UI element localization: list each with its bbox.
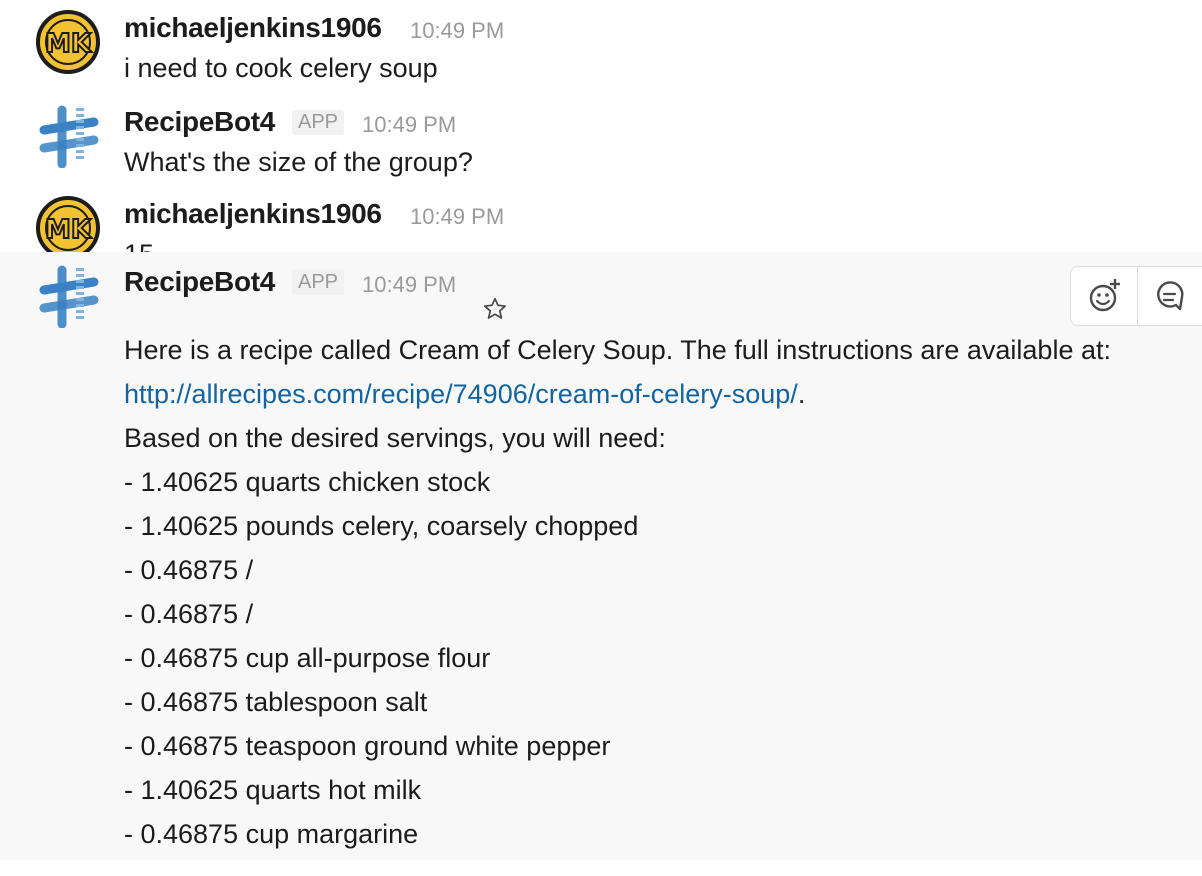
message-4: RecipeBot4 APP 10:49 PM Here is a recipe… [0,252,1202,860]
ingredient-item: - 0.46875 cup all-purpose flour [124,643,491,673]
link-suffix: . [797,379,806,409]
mk-avatar-icon[interactable]: MK [36,196,100,260]
recipe-link[interactable]: http://allrecipes.com/recipe/74906/cream… [124,379,798,409]
timestamp[interactable]: 10:49 PM [410,18,504,44]
ingredient-item: - 1.40625 pounds celery, coarsely choppe… [124,511,639,541]
author-name[interactable]: michaeljenkins1906 [124,12,382,44]
intro-line: Here is a recipe called Cream of Celery … [124,335,1111,365]
recipebot-avatar-icon[interactable] [36,264,100,328]
ingredient-item: - 0.46875 / [124,555,254,585]
message-2: RecipeBot4 APP 10:49 PM What's the size … [0,92,1202,184]
star-icon[interactable] [482,296,508,322]
ingredient-item: - 1.40625 quarts hot milk [124,775,422,805]
ingredient-item: - 0.46875 teaspoon ground white pepper [124,731,611,761]
svg-text:MK: MK [45,215,92,245]
thread-icon[interactable] [1138,267,1202,325]
svg-text:MK: MK [45,29,92,59]
message-actions [1070,266,1202,326]
author-name[interactable]: RecipeBot4 [124,266,275,298]
message-1: MK michaeljenkins1906 10:49 PM i need to… [0,0,1202,92]
timestamp[interactable]: 10:49 PM [362,112,456,138]
ingredient-item: - 1.40625 quarts chicken stock [124,467,491,497]
app-badge: APP [292,110,345,135]
message-text: i need to cook celery soup [124,53,438,83]
message-text: What's the size of the group? [124,147,473,177]
ingredient-item: - 0.46875 / [124,599,254,629]
timestamp[interactable]: 10:49 PM [410,204,504,230]
author-name[interactable]: michaeljenkins1906 [124,198,382,230]
ingredient-item: - 0.46875 tablespoon salt [124,687,428,717]
link-line: http://allrecipes.com/recipe/74906/cream… [124,372,1111,416]
app-badge: APP [292,270,345,295]
timestamp[interactable]: 10:49 PM [362,272,456,298]
message-3: MK michaeljenkins1906 10:49 PM 15 [0,184,1202,269]
message-body: Here is a recipe called Cream of Celery … [124,328,1111,856]
ingredient-item: - 0.46875 cup margarine [124,819,419,849]
mk-avatar-icon[interactable]: MK [36,10,100,74]
add-reaction-icon[interactable] [1071,267,1137,325]
needs-line: Based on the desired servings, you will … [124,423,666,453]
recipebot-avatar-icon[interactable] [36,104,100,168]
author-name[interactable]: RecipeBot4 [124,106,275,138]
